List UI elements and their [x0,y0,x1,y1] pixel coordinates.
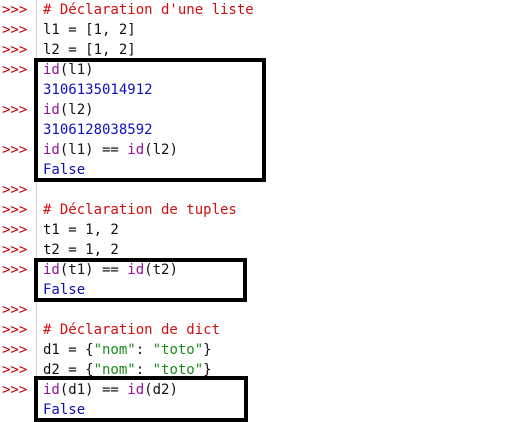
prompt-marker: >>> [2,382,28,398]
code-token-plain: t2 = 1, 2 [43,242,119,258]
prompt-marker: >>> [2,242,28,258]
console-code: # Déclaration de dict [43,320,220,340]
code-token-plain: } [203,342,212,358]
prompt-marker: >>> [2,62,28,78]
code-token-plain: l1 = [1, 2] [43,22,136,38]
prompt-marker: >>> [2,202,28,218]
highlight-box-tuple-ids [34,258,247,302]
highlight-box-list-ids [34,58,266,182]
code-token-cmt: # Déclaration de dict [43,322,221,338]
python-shell-console[interactable]: >>> # Déclaration d'une liste >>> l1 = [1, … [0,0,517,422]
code-token-plain: t1 = 1, 2 [43,222,119,238]
prompt-marker: >>> [2,302,28,318]
prompt-marker: >>> [2,322,28,338]
prompt-marker: >>> [2,262,28,278]
code-token-plain: : [135,342,153,358]
prompt-marker: >>> [2,102,28,118]
code-token-str: "toto" [152,342,204,358]
console-code: # Déclaration de tuples [43,200,237,220]
prompt-marker: >>> [2,362,28,378]
prompt-marker: >>> [2,342,28,358]
prompt-marker: >>> [2,42,28,58]
prompt-marker: >>> [2,2,28,18]
code-token-plain: d1 = { [43,342,94,358]
console-code: l1 = [1, 2] [43,20,136,40]
code-token-plain: l2 = [1, 2] [43,42,136,58]
code-token-cmt: # Déclaration d'une liste [43,2,254,18]
code-token-cmt: # Déclaration de tuples [43,202,237,218]
prompt-marker: >>> [2,222,28,238]
code-token-str: "nom" [93,342,136,358]
highlight-box-dict-ids [34,376,248,422]
console-code: t2 = 1, 2 [43,240,119,260]
console-code: t1 = 1, 2 [43,220,119,240]
prompt-marker: >>> [2,182,28,198]
console-code: d1 = {"nom": "toto"} [43,340,212,360]
prompt-marker: >>> [2,22,28,38]
console-code: # Déclaration d'une liste [43,0,254,20]
prompt-marker: >>> [2,142,28,158]
console-code: l2 = [1, 2] [43,40,136,60]
